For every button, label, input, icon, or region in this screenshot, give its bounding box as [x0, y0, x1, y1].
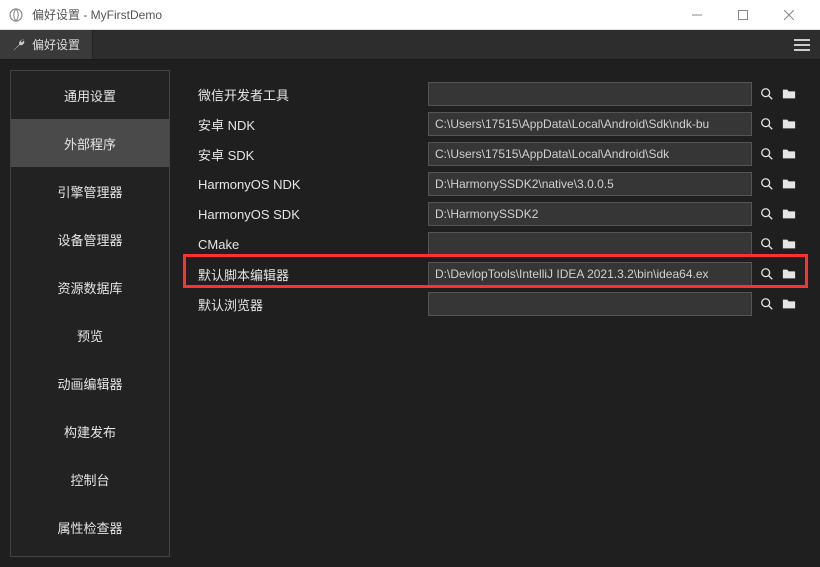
content-area: 通用设置外部程序引擎管理器设备管理器资源数据库预览动画编辑器构建发布控制台属性检…: [0, 60, 820, 567]
path-input[interactable]: [428, 292, 752, 316]
form-label: CMake: [198, 237, 428, 252]
form-label: HarmonyOS SDK: [198, 207, 428, 222]
sidebar-item[interactable]: 预览: [11, 311, 169, 359]
sidebar-item[interactable]: 动画编辑器: [11, 359, 169, 407]
search-icon[interactable]: [756, 82, 778, 106]
path-input[interactable]: [428, 232, 752, 256]
folder-icon[interactable]: [778, 262, 800, 286]
app-icon: [8, 7, 24, 23]
folder-icon[interactable]: [778, 292, 800, 316]
sidebar-item[interactable]: 构建发布: [11, 407, 169, 455]
folder-icon[interactable]: [778, 172, 800, 196]
path-input[interactable]: D:\HarmonySSDK2\native\3.0.0.5: [428, 172, 752, 196]
sidebar-item[interactable]: 设备管理器: [11, 215, 169, 263]
sidebar-item-label: 引擎管理器: [57, 182, 122, 201]
tab-label: 偏好设置: [32, 36, 80, 53]
form-row: 微信开发者工具: [198, 80, 800, 108]
form-row: 默认脚本编辑器D:\DevlopTools\IntelliJ IDEA 2021…: [198, 260, 800, 288]
form-label: 安卓 SDK: [198, 145, 428, 164]
sidebar-item-label: 属性检查器: [57, 518, 122, 537]
sidebar-item[interactable]: 引擎管理器: [11, 167, 169, 215]
sidebar-item[interactable]: 实验室: [11, 551, 169, 557]
search-icon[interactable]: [756, 142, 778, 166]
sidebar-item[interactable]: 属性检查器: [11, 503, 169, 551]
form-row: 默认浏览器: [198, 290, 800, 318]
folder-icon[interactable]: [778, 232, 800, 256]
input-actions: [756, 202, 800, 226]
form-label: 微信开发者工具: [198, 85, 428, 104]
form-row: HarmonyOS NDKD:\HarmonySSDK2\native\3.0.…: [198, 170, 800, 198]
minimize-button[interactable]: [674, 0, 720, 30]
input-actions: [756, 232, 800, 256]
folder-icon[interactable]: [778, 82, 800, 106]
close-button[interactable]: [766, 0, 812, 30]
search-icon[interactable]: [756, 292, 778, 316]
input-actions: [756, 112, 800, 136]
tab-bar: 偏好设置: [0, 30, 820, 60]
form-label: 安卓 NDK: [198, 115, 428, 134]
menu-button[interactable]: [784, 30, 820, 59]
window-controls: [674, 0, 812, 30]
search-icon[interactable]: [756, 202, 778, 226]
sidebar-item[interactable]: 资源数据库: [11, 263, 169, 311]
wrench-icon: [12, 38, 26, 52]
folder-icon[interactable]: [778, 202, 800, 226]
path-input[interactable]: [428, 82, 752, 106]
window-titlebar: 偏好设置 - MyFirstDemo: [0, 0, 820, 30]
form-label: 默认脚本编辑器: [198, 265, 428, 284]
sidebar-item-label: 设备管理器: [57, 230, 122, 249]
window-title: 偏好设置 - MyFirstDemo: [32, 6, 674, 23]
search-icon[interactable]: [756, 232, 778, 256]
search-icon[interactable]: [756, 172, 778, 196]
form-label: 默认浏览器: [198, 295, 428, 314]
search-icon[interactable]: [756, 262, 778, 286]
sidebar-item-label: 动画编辑器: [57, 374, 122, 393]
path-input[interactable]: D:\HarmonySSDK2: [428, 202, 752, 226]
path-input[interactable]: D:\DevlopTools\IntelliJ IDEA 2021.3.2\bi…: [428, 262, 752, 286]
sidebar: 通用设置外部程序引擎管理器设备管理器资源数据库预览动画编辑器构建发布控制台属性检…: [10, 70, 170, 557]
sidebar-item-label: 通用设置: [64, 86, 116, 105]
maximize-button[interactable]: [720, 0, 766, 30]
path-input[interactable]: C:\Users\17515\AppData\Local\Android\Sdk: [428, 142, 752, 166]
folder-icon[interactable]: [778, 142, 800, 166]
form-row: HarmonyOS SDKD:\HarmonySSDK2: [198, 200, 800, 228]
input-actions: [756, 172, 800, 196]
input-actions: [756, 82, 800, 106]
form-label: HarmonyOS NDK: [198, 177, 428, 192]
input-actions: [756, 292, 800, 316]
sidebar-item-label: 构建发布: [64, 422, 116, 441]
tab-preferences[interactable]: 偏好设置: [0, 30, 93, 59]
app-body: 偏好设置 通用设置外部程序引擎管理器设备管理器资源数据库预览动画编辑器构建发布控…: [0, 30, 820, 567]
tab-spacer: [93, 30, 784, 59]
path-input[interactable]: C:\Users\17515\AppData\Local\Android\Sdk…: [428, 112, 752, 136]
form-row: 安卓 NDKC:\Users\17515\AppData\Local\Andro…: [198, 110, 800, 138]
input-actions: [756, 142, 800, 166]
sidebar-item[interactable]: 通用设置: [11, 71, 169, 119]
sidebar-item[interactable]: 控制台: [11, 455, 169, 503]
sidebar-item-label: 预览: [77, 326, 103, 345]
form-row: CMake: [198, 230, 800, 258]
sidebar-item-label: 资源数据库: [57, 278, 122, 297]
sidebar-item-label: 控制台: [70, 470, 109, 489]
form-row: 安卓 SDKC:\Users\17515\AppData\Local\Andro…: [198, 140, 800, 168]
input-actions: [756, 262, 800, 286]
sidebar-item[interactable]: 外部程序: [11, 119, 169, 167]
search-icon[interactable]: [756, 112, 778, 136]
sidebar-item-label: 外部程序: [64, 134, 116, 153]
folder-icon[interactable]: [778, 112, 800, 136]
main-panel: 微信开发者工具安卓 NDKC:\Users\17515\AppData\Loca…: [178, 70, 810, 557]
